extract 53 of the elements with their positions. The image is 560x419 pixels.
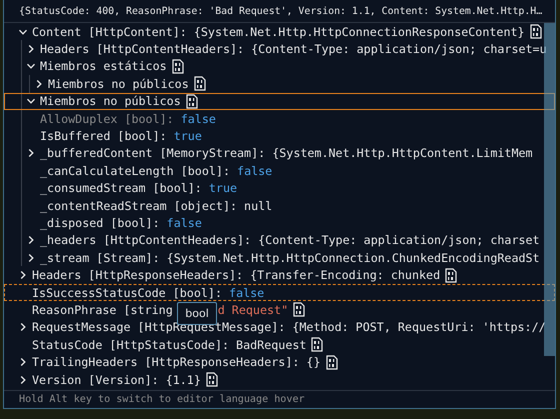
chevron-right-icon[interactable]: [26, 148, 36, 158]
property-text: Headers [HttpContentHeaders]: {Content-Type: application/json; charset=u: [40, 42, 547, 56]
chevron-right-icon[interactable]: [26, 252, 36, 263]
property-text: Miembros estáticos: [40, 59, 167, 74]
property-value: false: [166, 216, 202, 230]
property-text: IsSuccessStatusCode [bool]:: [32, 286, 223, 300]
chevron-right-icon[interactable]: [18, 357, 28, 368]
property-text: _stream [Stream]: {System.Net.Http.HttpConnection.ChunkedEncodingReadSt: [40, 250, 540, 265]
document-icon[interactable]: [194, 76, 206, 92]
document-icon[interactable]: [293, 302, 306, 318]
property-text: Miembros no públicos: [48, 76, 189, 91]
chevron-right-icon[interactable]: [18, 270, 28, 280]
chevron-right-icon[interactable]: [18, 322, 28, 332]
property-value: false: [237, 164, 272, 178]
property-text: ReasonPhrase [string: [32, 302, 173, 317]
property-text: StatusCode [HttpStatusCode]: BadRequest: [32, 338, 306, 352]
document-icon[interactable]: [186, 94, 198, 109]
chevron-right-icon[interactable]: [26, 235, 36, 246]
property-text: _headers [HttpContentHeaders]: {Content-Type: application/json; charset: [40, 233, 540, 248]
chevron-right-icon[interactable]: [26, 44, 36, 54]
property-text: _canCalculateLength [bool]:: [40, 164, 231, 178]
document-icon[interactable]: [311, 337, 324, 352]
property-value: false: [180, 112, 216, 126]
property-text: _bufferedContent [MemoryStream]: {System.Net.Http.HttpContent.LimitMem: [40, 146, 533, 160]
tree-row[interactable]: IsSuccessStatusCode [bool]: false: [4, 284, 555, 302]
property-text: TrailingHeaders [HttpResponseHeaders]: {}: [32, 355, 320, 370]
property-text: Content [HttpContent]: {System.Net.Http.HttpConnectionResponseContent}: [32, 24, 525, 39]
document-icon[interactable]: [530, 24, 542, 40]
summary-text: {StatusCode: 400, ReasonPhrase: 'Bad Request', Version: 1.1, Content: System.Net.Http.H…: [19, 6, 542, 16]
hint-text: Hold Alt key to switch to editor language hover: [19, 394, 305, 405]
tree-row[interactable]: Miembros no públicos: [4, 92, 555, 110]
document-icon[interactable]: [326, 354, 338, 370]
property-text: _consumedStream [bool]:: [40, 181, 203, 196]
document-icon[interactable]: [206, 372, 218, 387]
type-tooltip: bool: [177, 302, 217, 326]
chevron-right-icon[interactable]: [34, 78, 44, 89]
property-value: true: [174, 129, 202, 144]
property-text: _disposed [bool]:: [40, 216, 161, 230]
chevron-down-icon[interactable]: [26, 96, 36, 106]
property-text: Miembros no públicos: [40, 94, 181, 108]
property-text: Version [Version]: {1.1}: [32, 372, 201, 386]
property-value: d Request": [218, 302, 288, 317]
document-icon[interactable]: [172, 58, 184, 74]
property-value: false: [229, 286, 264, 300]
property-text: IsBuffered [bool]:: [40, 129, 168, 144]
property-value: true: [208, 181, 238, 196]
chevron-right-icon[interactable]: [18, 374, 28, 384]
chevron-down-icon[interactable]: [26, 61, 36, 72]
property-text: AllowDuplex [bool]:: [40, 112, 175, 126]
property-text: Headers [HttpResponseHeaders]: {Transfer-Encoding: chunked: [32, 268, 440, 282]
property-text: _contentReadStream [object]: null: [40, 198, 272, 213]
scrollbar-thumb[interactable]: [544, 23, 555, 356]
document-icon[interactable]: [445, 268, 458, 283]
